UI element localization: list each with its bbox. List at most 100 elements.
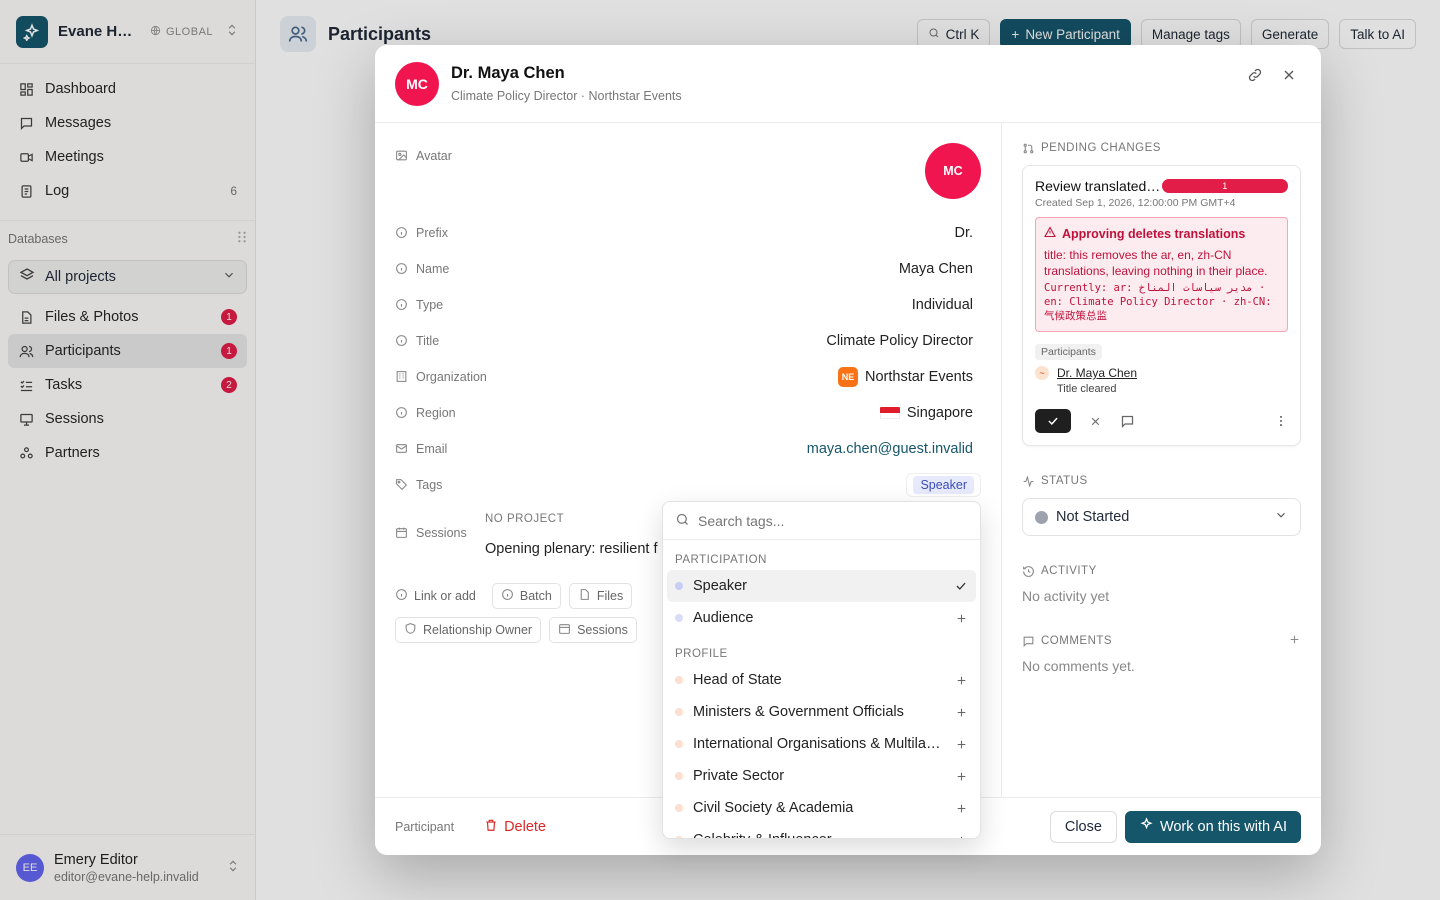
comment-icon[interactable] <box>1120 414 1135 429</box>
status-value: Not Started <box>1056 509 1130 525</box>
tag-search-input[interactable] <box>698 512 948 529</box>
image-icon <box>395 149 409 163</box>
section-title: ACTIVITY <box>1041 565 1097 577</box>
tag-list: PARTICIPATION Speaker Audience PROFILE Head … <box>663 540 980 838</box>
tags-input[interactable]: Speaker <box>906 473 981 497</box>
info-icon <box>395 406 409 420</box>
activity-header: ACTIVITY <box>1022 562 1301 580</box>
warning-current: Currently: ar: مدير سياسات المناخ · en: … <box>1044 282 1272 322</box>
tag-speaker[interactable]: Speaker <box>913 476 974 494</box>
approve-button[interactable] <box>1035 409 1071 433</box>
status-select[interactable]: Not Started <box>1022 498 1301 536</box>
close-button[interactable]: Close <box>1049 810 1117 843</box>
entity-link[interactable]: Dr. Maya Chen <box>1057 366 1137 380</box>
tag-option[interactable]: Celebrity & Influencer <box>667 824 976 838</box>
comments-header: COMMENTS <box>1022 632 1301 650</box>
session-item[interactable]: Opening plenary: resilient f <box>485 541 665 557</box>
email-value[interactable]: maya.chen@guest.invalid <box>807 441 973 457</box>
sessions-list: NO PROJECT Opening plenary: resilient f <box>485 509 665 557</box>
field-label: Tags <box>395 478 535 492</box>
tag-option-label: Audience <box>693 610 754 626</box>
entity-note: Title cleared <box>1057 383 1117 395</box>
field-email[interactable]: Email maya.chen@guest.invalid <box>395 431 981 467</box>
tag-option[interactable]: Ministers & Government Officials <box>667 696 976 728</box>
field-name[interactable]: Name Maya Chen <box>395 251 981 287</box>
files-chip[interactable]: Files <box>568 583 633 609</box>
field-label: Avatar <box>395 149 535 163</box>
building-icon <box>395 370 409 384</box>
org-name: Northstar Events <box>865 369 973 385</box>
field-label: Title <box>395 334 535 348</box>
chip-label: Link or add <box>414 589 476 603</box>
search-icon <box>675 512 690 530</box>
plus-icon <box>955 802 968 815</box>
close-icon[interactable] <box>1281 67 1297 86</box>
add-comment-plus-icon[interactable] <box>1288 633 1301 649</box>
field-tags[interactable]: Tags Speaker <box>395 467 981 503</box>
tag-color-dot <box>675 804 683 812</box>
info-icon <box>395 298 409 312</box>
delete-label: Delete <box>504 818 546 835</box>
side-panel: PENDING CHANGES Review translated partic… <box>1001 123 1321 797</box>
link-icon[interactable] <box>1247 67 1263 86</box>
card-created: Created Sep 1, 2026, 12:00:00 PM GMT+4 <box>1035 197 1236 209</box>
session-project: NO PROJECT <box>485 513 565 525</box>
tag-color-dot <box>675 614 683 622</box>
pending-changes-header: PENDING CHANGES <box>1022 139 1301 157</box>
label-text: Title <box>416 334 440 348</box>
tag-option-label: Head of State <box>693 672 782 688</box>
activity-pulse-icon <box>1022 474 1035 488</box>
field-label: Region <box>395 406 535 420</box>
tag-color-dot <box>675 582 683 590</box>
label-text: Avatar <box>416 149 452 163</box>
work-with-ai-button[interactable]: Work on this with AI <box>1124 810 1301 843</box>
tag-option[interactable]: Speaker <box>667 570 976 602</box>
field-region[interactable]: Region Singapore <box>395 395 981 431</box>
trash-icon <box>484 818 498 836</box>
tag-color-dot <box>675 772 683 780</box>
tag-option-label: Speaker <box>693 578 748 594</box>
tag-icon <box>395 478 409 492</box>
field-type[interactable]: Type Individual <box>395 287 981 323</box>
tag-option[interactable]: Audience <box>667 602 976 634</box>
footer-label: Participant <box>395 819 455 834</box>
tag-option[interactable]: Civil Society & Academia <box>667 792 976 824</box>
sparkle-icon <box>1139 817 1154 836</box>
label-text: Email <box>416 442 448 456</box>
sessions-chip[interactable]: Sessions <box>549 617 637 643</box>
warning-body: title: this removes the ar, en, zh-CN tr… <box>1044 248 1268 278</box>
plus-icon <box>955 738 968 751</box>
tag-option[interactable]: International Organisations & Multilater… <box>667 728 976 760</box>
change-count-badge: 1 <box>1161 179 1288 193</box>
delete-button[interactable]: Delete <box>484 818 546 836</box>
field-label: Prefix <box>395 226 535 240</box>
tag-option[interactable]: Private Sector <box>667 760 976 792</box>
batch-chip[interactable]: Batch <box>491 583 561 609</box>
relationship-owner-chip[interactable]: Relationship Owner <box>395 617 542 643</box>
organization-value[interactable]: NE Northstar Events <box>838 367 973 387</box>
field-prefix[interactable]: Prefix Dr. <box>395 215 981 251</box>
check-icon <box>954 579 968 593</box>
activity-empty: No activity yet <box>1022 588 1110 604</box>
tag-color-dot <box>675 708 683 716</box>
link-or-add-button[interactable]: Link or add <box>395 583 484 609</box>
label-text: Sessions <box>416 526 467 540</box>
field-title[interactable]: Title Climate Policy Director <box>395 323 981 359</box>
type-value[interactable]: Individual <box>912 297 973 313</box>
file-icon <box>578 588 591 604</box>
chevron-down-icon <box>1274 508 1288 526</box>
tag-option[interactable]: Head of State <box>667 664 976 696</box>
pending-change-card: Review translated participant title 1 Cr… <box>1022 165 1301 446</box>
avatar-upload[interactable]: MC <box>925 143 981 199</box>
tag-search <box>663 502 980 540</box>
field-organization[interactable]: Organization NE Northstar Events <box>395 359 981 395</box>
name-value[interactable]: Maya Chen <box>899 261 973 277</box>
region-value[interactable]: Singapore <box>879 405 973 421</box>
prefix-value[interactable]: Dr. <box>954 225 973 241</box>
more-vertical-icon[interactable] <box>1274 414 1288 428</box>
reject-x-icon[interactable] <box>1089 415 1102 428</box>
entity-row: ~ Dr. Maya Chen <box>1035 366 1288 380</box>
tag-option-label: Private Sector <box>693 768 785 784</box>
info-icon <box>395 262 409 276</box>
title-value[interactable]: Climate Policy Director <box>826 333 973 349</box>
